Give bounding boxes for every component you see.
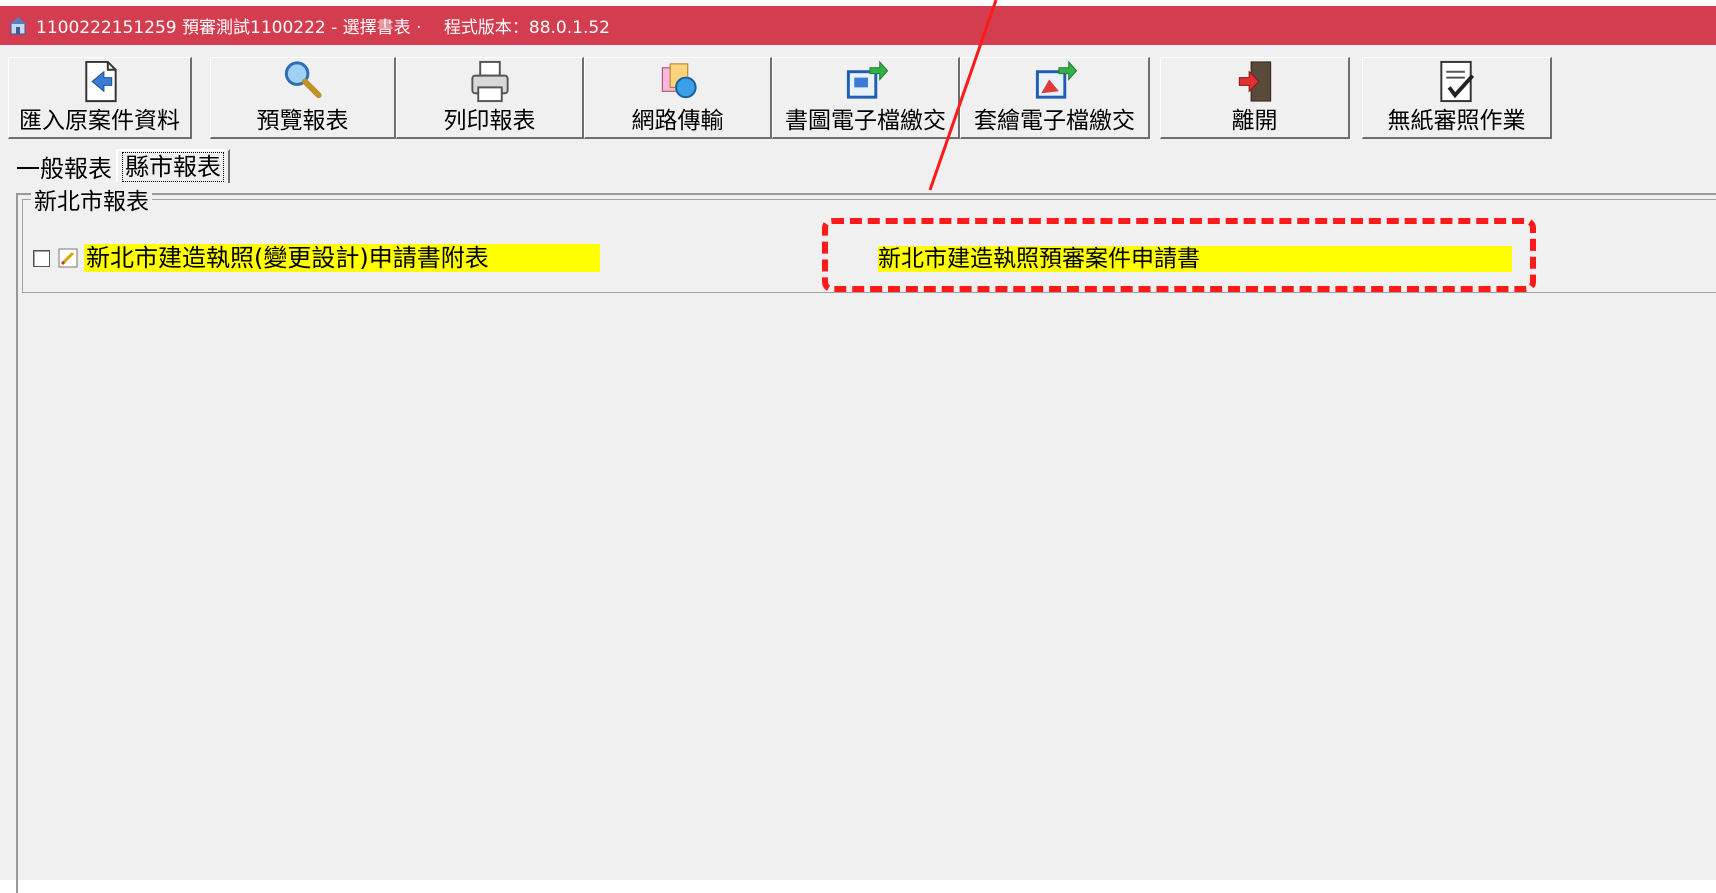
annotation-label: 新北市建造執照預審案件申請書 <box>878 246 1512 272</box>
annotation-arrow <box>928 0 998 191</box>
